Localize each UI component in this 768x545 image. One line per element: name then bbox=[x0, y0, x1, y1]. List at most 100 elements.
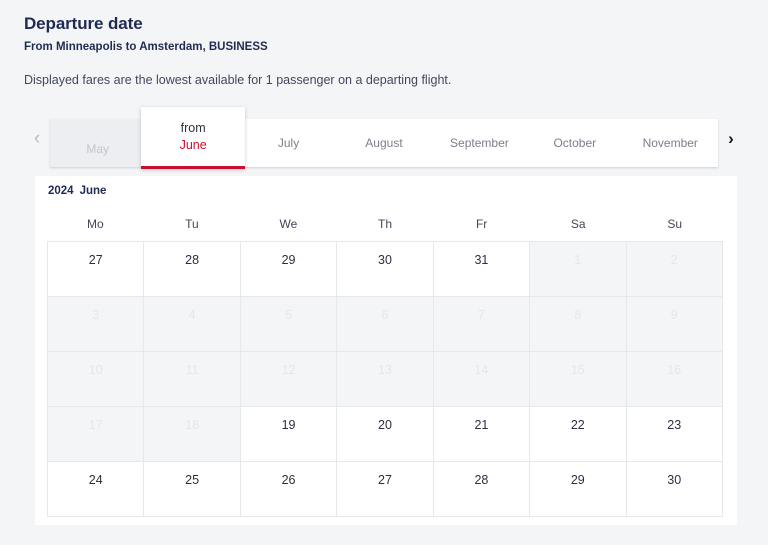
departure-date-page: Departure date From Minneapolis to Amste… bbox=[0, 0, 768, 545]
weekday-su: Su bbox=[667, 217, 683, 231]
day-cell: 17 bbox=[48, 407, 145, 462]
day-cell: 12 bbox=[240, 352, 338, 407]
day-cell[interactable]: 27 bbox=[337, 462, 434, 517]
day-cell[interactable]: 28 bbox=[433, 462, 531, 517]
month-tab-september[interactable]: September bbox=[431, 119, 528, 167]
month-tab-june-active[interactable]: from June bbox=[141, 107, 245, 169]
month-selector: ‹ -May June July August September October Nove… bbox=[24, 107, 744, 169]
day-number: 2 bbox=[670, 253, 678, 267]
day-cell[interactable]: 22 bbox=[530, 407, 627, 462]
day-number: 10 bbox=[88, 363, 103, 377]
day-cell: 10 bbox=[48, 352, 145, 407]
day-cell[interactable]: 27 bbox=[48, 242, 145, 297]
day-cell: 4 bbox=[144, 297, 241, 352]
day-cell: 13 bbox=[337, 352, 434, 407]
month-tab-label: October bbox=[553, 135, 597, 150]
weekday-mo: Mo bbox=[86, 217, 104, 231]
day-cell: 9 bbox=[626, 297, 723, 352]
day-cell: 14 bbox=[433, 352, 531, 407]
calendar-week-row: 17 18 19 20 21 22 23 bbox=[48, 407, 723, 462]
month-tab-october[interactable]: October bbox=[527, 119, 623, 167]
day-cell[interactable]: 30 bbox=[337, 242, 434, 297]
day-cell: 18 bbox=[144, 407, 241, 462]
day-cell[interactable]: 29 bbox=[240, 242, 338, 297]
day-number: 31 bbox=[474, 253, 489, 267]
calendar-week-row: 24 25 26 27 28 29 30 bbox=[48, 462, 723, 517]
day-number: 18 bbox=[185, 418, 200, 432]
day-number: 16 bbox=[667, 363, 682, 377]
calendar-card: 2024 June Mo Tu We Th Fr Sa Su 27 28 29 30 31 1 2 3 4 5 6… bbox=[35, 176, 737, 525]
day-cell: 16 bbox=[626, 352, 723, 407]
day-number: 19 bbox=[281, 418, 296, 432]
weekday-fr: Fr bbox=[475, 217, 488, 231]
day-cell[interactable]: 28 bbox=[144, 242, 241, 297]
calendar-title: 2024 June bbox=[35, 176, 737, 198]
day-number: 17 bbox=[88, 418, 103, 432]
chevron-left-icon[interactable]: ‹ bbox=[24, 107, 50, 169]
month-tab-label: May bbox=[86, 141, 110, 156]
day-cell[interactable]: 30 bbox=[626, 462, 723, 517]
day-cell: 5 bbox=[240, 297, 338, 352]
weekday-we: We bbox=[279, 217, 298, 231]
page-title: Departure date bbox=[24, 14, 143, 33]
day-number: 22 bbox=[570, 418, 585, 432]
month-tab-dash: - bbox=[95, 129, 100, 142]
day-cell[interactable]: 25 bbox=[144, 462, 241, 517]
fare-note: Displayed fares are the lowest available… bbox=[24, 73, 452, 87]
month-tab-august[interactable]: August bbox=[336, 119, 432, 167]
day-cell[interactable]: 24 bbox=[48, 462, 145, 517]
day-number: 3 bbox=[92, 308, 100, 322]
day-number: 29 bbox=[570, 473, 585, 487]
month-tab-may: - May bbox=[50, 119, 146, 167]
month-tab-label: September bbox=[450, 135, 509, 150]
day-cell: 3 bbox=[48, 297, 145, 352]
day-number: 26 bbox=[281, 473, 296, 487]
month-tab-label: July bbox=[277, 135, 300, 150]
calendar-grid: Mo Tu We Th Fr Sa Su 27 28 29 30 31 1 2 3 4 5 6 7 8 9 10 11 12… bbox=[47, 211, 723, 517]
day-number: 5 bbox=[285, 308, 293, 322]
day-cell[interactable]: 21 bbox=[433, 407, 531, 462]
day-cell[interactable]: 19 bbox=[240, 407, 338, 462]
day-number: 8 bbox=[574, 308, 582, 322]
day-number: 28 bbox=[185, 253, 200, 267]
month-tabs-strip: -May June July August September October Novemb… bbox=[50, 107, 718, 169]
day-number: 23 bbox=[667, 418, 682, 432]
route-summary: From Minneapolis to Amsterdam, BUSINESS bbox=[24, 41, 268, 53]
day-number: 1 bbox=[574, 253, 582, 267]
day-number: 9 bbox=[670, 308, 678, 322]
month-tab-july[interactable]: July bbox=[240, 119, 337, 167]
day-number: 11 bbox=[185, 363, 199, 377]
day-cell[interactable]: 29 bbox=[530, 462, 627, 517]
calendar-month: June bbox=[79, 185, 107, 197]
calendar-weeks: 27 28 29 30 31 1 2 3 4 5 6 7 8 9 10 11 12 13 14 15 16 17 18 19 2… bbox=[47, 241, 723, 517]
day-cell[interactable]: 26 bbox=[240, 462, 338, 517]
day-cell: 7 bbox=[433, 297, 531, 352]
day-number: 6 bbox=[381, 308, 389, 322]
day-cell[interactable]: 20 bbox=[337, 407, 434, 462]
day-cell[interactable]: 31 bbox=[433, 242, 531, 297]
day-cell[interactable]: 23 bbox=[626, 407, 723, 462]
day-number: 13 bbox=[378, 363, 392, 377]
day-number: 30 bbox=[378, 253, 392, 267]
day-number: 24 bbox=[88, 473, 103, 487]
day-number: 29 bbox=[281, 253, 296, 267]
chevron-right-icon[interactable]: › bbox=[718, 107, 744, 169]
weekday-th: Th bbox=[378, 217, 393, 231]
day-number: 15 bbox=[570, 363, 585, 377]
day-number: 27 bbox=[378, 473, 392, 487]
month-tab-label: November bbox=[642, 135, 698, 150]
day-number: 21 bbox=[474, 418, 489, 432]
day-number: 7 bbox=[477, 308, 485, 322]
day-number: 28 bbox=[474, 473, 489, 487]
day-number: 12 bbox=[281, 363, 296, 377]
calendar-year: 2024 bbox=[48, 185, 74, 197]
day-number: 14 bbox=[474, 363, 489, 377]
page-header: Departure date From Minneapolis to Amste… bbox=[0, 0, 768, 88]
day-cell: 2 bbox=[626, 242, 723, 297]
day-cell: 11 bbox=[144, 352, 241, 407]
month-tab-november[interactable]: November bbox=[622, 119, 718, 167]
calendar-week-row: 10 11 12 13 14 15 16 bbox=[48, 352, 723, 407]
calendar-week-row: 3 4 5 6 7 8 9 bbox=[48, 297, 723, 352]
day-cell: 6 bbox=[337, 297, 434, 352]
day-number: 30 bbox=[667, 473, 682, 487]
